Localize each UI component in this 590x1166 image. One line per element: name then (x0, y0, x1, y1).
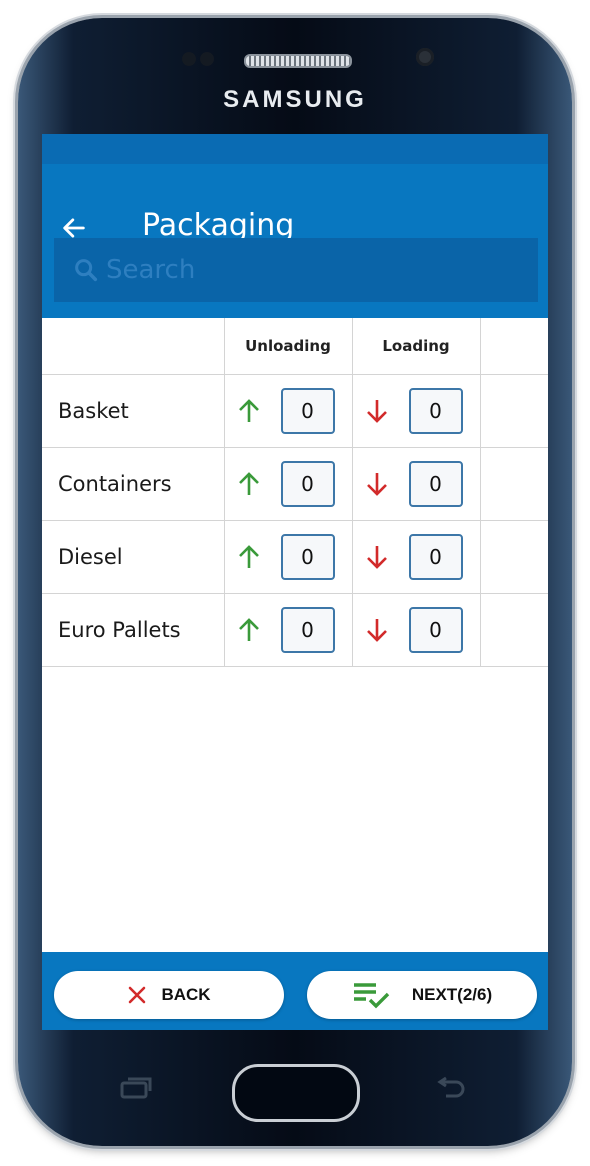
header-extra (479, 318, 548, 375)
table-header-row: Unloading Loading (42, 318, 548, 375)
loading-cell (351, 593, 481, 667)
unloading-cell (223, 447, 353, 521)
loading-cell (351, 374, 481, 448)
arrow-down-icon[interactable] (365, 544, 389, 570)
checklist-icon (353, 983, 390, 1009)
back-button[interactable]: BACK (54, 971, 284, 1019)
unloading-quantity-input[interactable] (280, 461, 335, 507)
app-bar: Packaging (42, 164, 548, 318)
search-bar[interactable] (54, 238, 538, 302)
loading-cell (351, 520, 481, 594)
recent-apps-icon[interactable] (120, 1076, 154, 1100)
unloading-quantity-input[interactable] (280, 534, 335, 580)
arrow-up-icon[interactable] (237, 544, 261, 570)
arrow-down-icon[interactable] (365, 471, 389, 497)
arrow-up-icon[interactable] (237, 471, 261, 497)
unloading-quantity-input[interactable] (280, 607, 335, 653)
status-bar (42, 134, 548, 164)
table-row: Containers (42, 447, 548, 521)
unloading-cell (223, 374, 353, 448)
search-input[interactable] (104, 254, 508, 286)
proximity-sensor (182, 52, 196, 66)
packaging-table: Unloading Loading Basket Containers (42, 318, 548, 667)
bottom-action-bar: BACK NEXT(2/6) (42, 952, 548, 1030)
back-key-icon[interactable] (436, 1076, 470, 1100)
table-row: Diesel (42, 520, 548, 594)
unloading-cell (223, 520, 353, 594)
empty-cell (479, 447, 548, 521)
item-name: Euro Pallets (42, 593, 225, 667)
arrow-down-icon[interactable] (365, 617, 389, 643)
loading-quantity-input[interactable] (408, 607, 463, 653)
earpiece-speaker (244, 54, 352, 68)
arrow-up-icon[interactable] (237, 617, 261, 643)
loading-cell (351, 447, 481, 521)
device-brand: SAMSUNG (223, 86, 367, 113)
item-name: Containers (42, 447, 225, 521)
light-sensor (200, 52, 214, 66)
close-icon (129, 986, 146, 1004)
table-row: Basket (42, 374, 548, 448)
loading-quantity-input[interactable] (408, 461, 463, 507)
next-button-label: NEXT(2/6) (411, 985, 493, 1004)
front-camera (416, 48, 434, 66)
table-row: Euro Pallets (42, 593, 548, 667)
empty-cell (479, 520, 548, 594)
item-name: Diesel (42, 520, 225, 594)
header-item (42, 318, 225, 375)
back-button-label: BACK (161, 985, 211, 1004)
arrow-up-icon[interactable] (237, 398, 261, 424)
item-name: Basket (42, 374, 225, 448)
app-screen: Packaging Unloading Loading Basket (42, 134, 548, 1030)
loading-quantity-input[interactable] (408, 388, 463, 434)
search-icon (75, 259, 98, 282)
next-button[interactable]: NEXT(2/6) (307, 971, 537, 1019)
empty-cell (479, 593, 548, 667)
loading-quantity-input[interactable] (408, 534, 463, 580)
empty-cell (479, 374, 548, 448)
home-button[interactable] (232, 1064, 360, 1122)
header-unloading: Unloading (223, 318, 353, 375)
unloading-quantity-input[interactable] (280, 388, 335, 434)
arrow-down-icon[interactable] (365, 398, 389, 424)
header-loading: Loading (351, 318, 481, 375)
unloading-cell (223, 593, 353, 667)
